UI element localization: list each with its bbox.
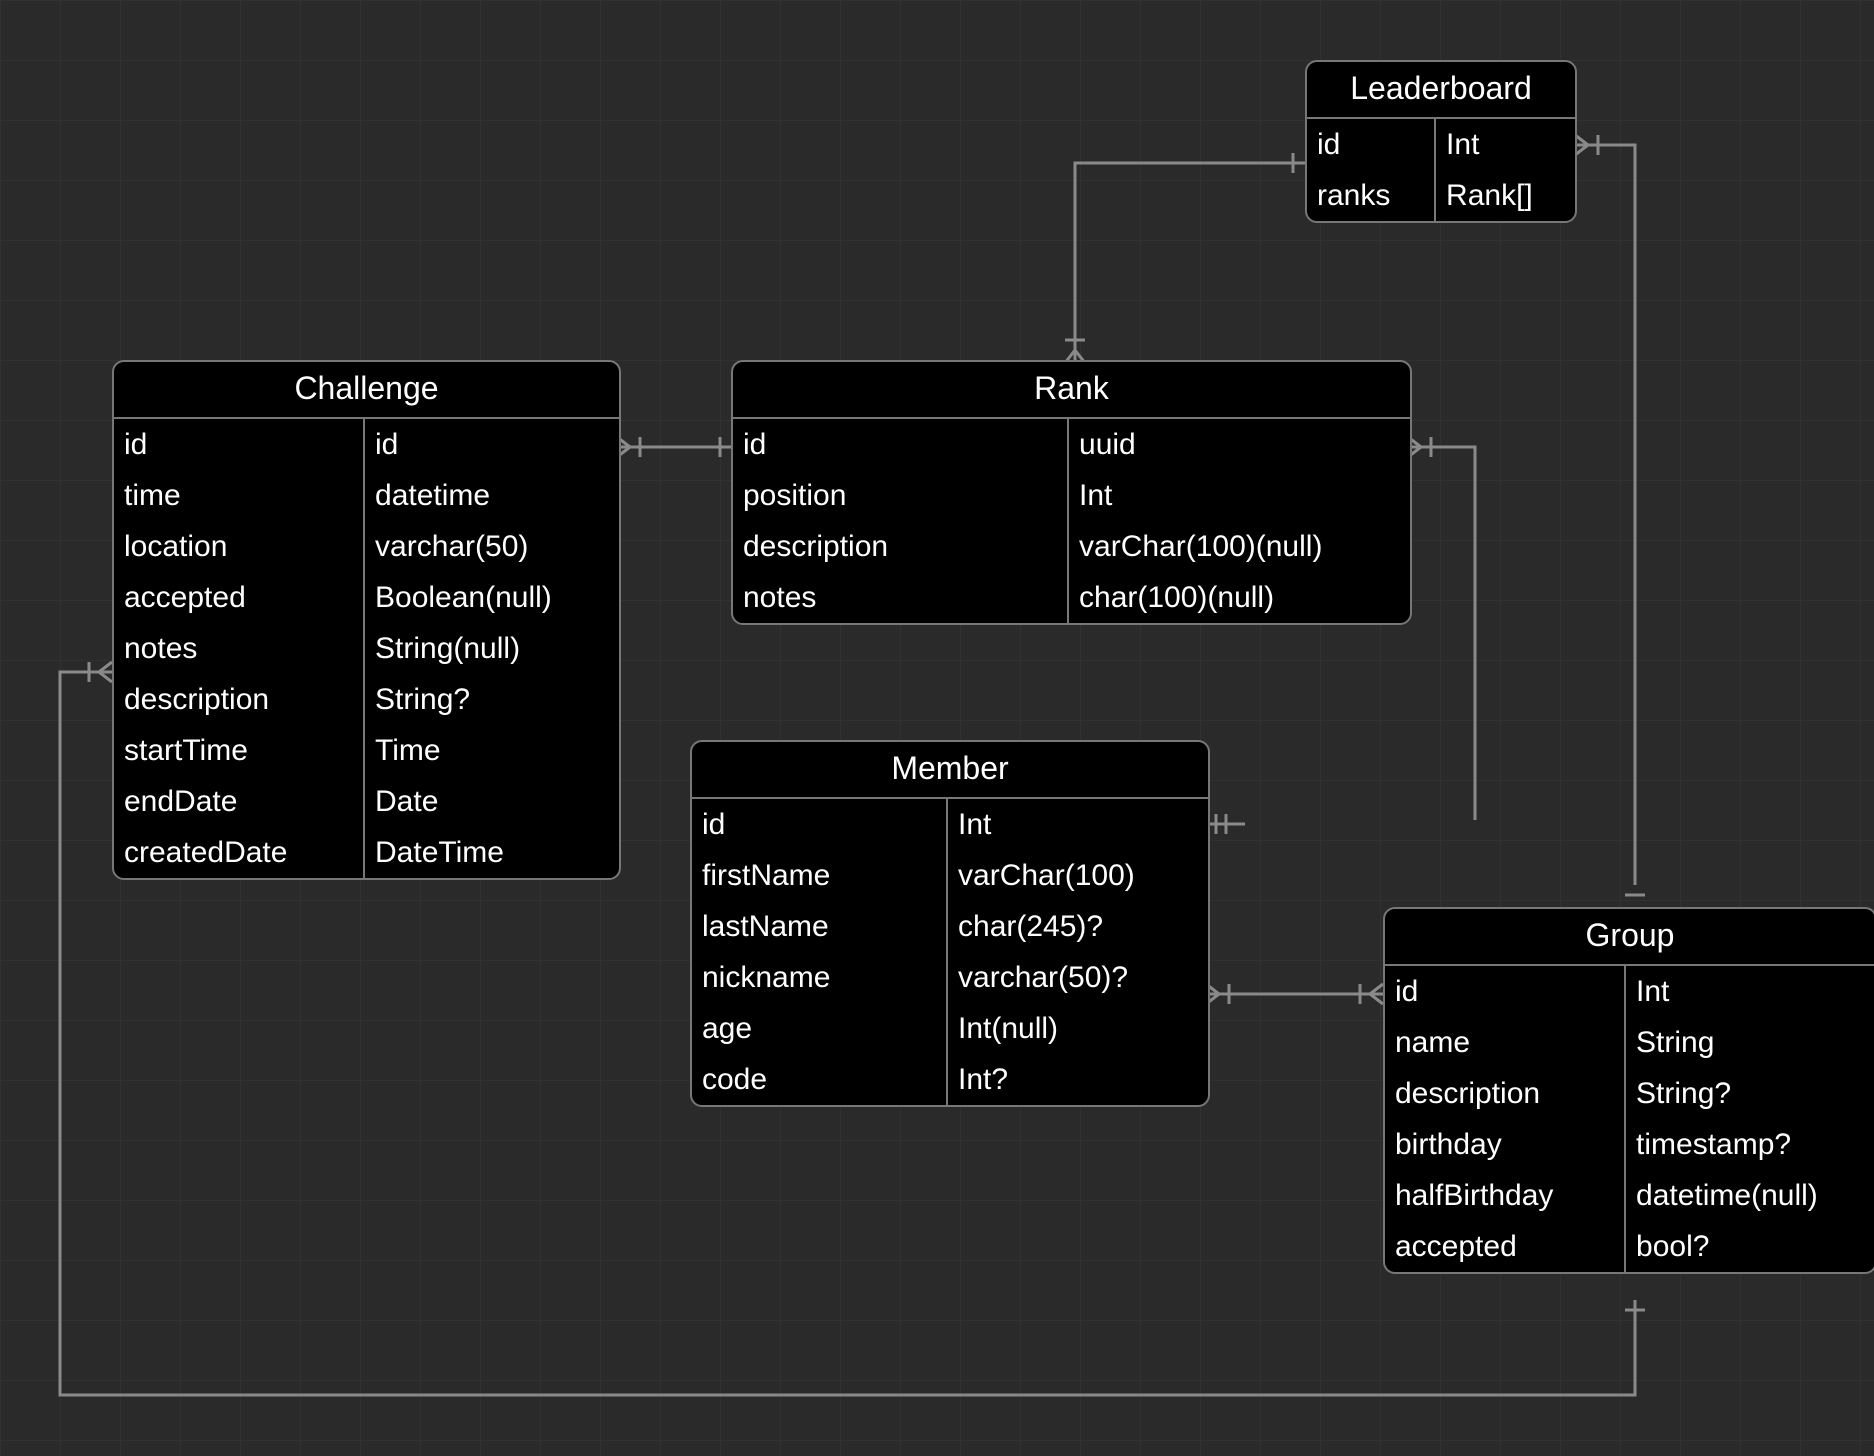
col-name: lastName bbox=[692, 901, 946, 952]
col-type: Int bbox=[1069, 470, 1410, 521]
col-type: varchar(50)? bbox=[948, 952, 1208, 1003]
col-name: time bbox=[114, 470, 363, 521]
col-name: id bbox=[1307, 119, 1434, 170]
col-type: id bbox=[365, 419, 619, 470]
entity-member[interactable]: Member id firstName lastName nickname ag… bbox=[690, 740, 1210, 1107]
col-type: timestamp? bbox=[1626, 1119, 1874, 1170]
col-type: Rank[] bbox=[1436, 170, 1575, 221]
col-name: description bbox=[733, 521, 1067, 572]
col-type: varChar(100)(null) bbox=[1069, 521, 1410, 572]
col-name: description bbox=[1385, 1068, 1624, 1119]
entity-group[interactable]: Group id name description birthday halfB… bbox=[1383, 907, 1874, 1274]
entity-title: Challenge bbox=[114, 362, 619, 419]
col-name: birthday bbox=[1385, 1119, 1624, 1170]
col-name: code bbox=[692, 1054, 946, 1105]
col-type: Int bbox=[1626, 966, 1874, 1017]
col-name: startTime bbox=[114, 725, 363, 776]
col-type: Int? bbox=[948, 1054, 1208, 1105]
col-type: Boolean(null) bbox=[365, 572, 619, 623]
col-type: char(100)(null) bbox=[1069, 572, 1410, 623]
col-name: accepted bbox=[1385, 1221, 1624, 1272]
col-type: datetime bbox=[365, 470, 619, 521]
col-type: Int(null) bbox=[948, 1003, 1208, 1054]
col-name: description bbox=[114, 674, 363, 725]
entity-title: Member bbox=[692, 742, 1208, 799]
col-name: endDate bbox=[114, 776, 363, 827]
entity-leaderboard[interactable]: Leaderboard id ranks Int Rank[] bbox=[1305, 60, 1577, 223]
col-name: id bbox=[733, 419, 1067, 470]
col-name: accepted bbox=[114, 572, 363, 623]
col-name: halfBirthday bbox=[1385, 1170, 1624, 1221]
col-type: datetime(null) bbox=[1626, 1170, 1874, 1221]
col-name: createdDate bbox=[114, 827, 363, 878]
col-name: name bbox=[1385, 1017, 1624, 1068]
col-type: Int bbox=[948, 799, 1208, 850]
col-type: String(null) bbox=[365, 623, 619, 674]
col-type: String bbox=[1626, 1017, 1874, 1068]
col-type: Int bbox=[1436, 119, 1575, 170]
col-name: id bbox=[114, 419, 363, 470]
col-name: age bbox=[692, 1003, 946, 1054]
entity-challenge[interactable]: Challenge id time location accepted note… bbox=[112, 360, 621, 880]
col-name: position bbox=[733, 470, 1067, 521]
entity-title: Leaderboard bbox=[1307, 62, 1575, 119]
col-type: varchar(50) bbox=[365, 521, 619, 572]
col-type: DateTime bbox=[365, 827, 619, 878]
col-type: String? bbox=[1626, 1068, 1874, 1119]
col-name: id bbox=[692, 799, 946, 850]
col-type: String? bbox=[365, 674, 619, 725]
col-type: varChar(100) bbox=[948, 850, 1208, 901]
col-type: Date bbox=[365, 776, 619, 827]
col-name: location bbox=[114, 521, 363, 572]
entity-title: Rank bbox=[733, 362, 1410, 419]
col-type: Time bbox=[365, 725, 619, 776]
col-type: uuid bbox=[1069, 419, 1410, 470]
col-name: ranks bbox=[1307, 170, 1434, 221]
col-type: bool? bbox=[1626, 1221, 1874, 1272]
col-name: notes bbox=[114, 623, 363, 674]
col-name: firstName bbox=[692, 850, 946, 901]
col-type: char(245)? bbox=[948, 901, 1208, 952]
entity-title: Group bbox=[1385, 909, 1874, 966]
col-name: notes bbox=[733, 572, 1067, 623]
col-name: id bbox=[1385, 966, 1624, 1017]
col-name: nickname bbox=[692, 952, 946, 1003]
entity-rank[interactable]: Rank id position description notes uuid … bbox=[731, 360, 1412, 625]
